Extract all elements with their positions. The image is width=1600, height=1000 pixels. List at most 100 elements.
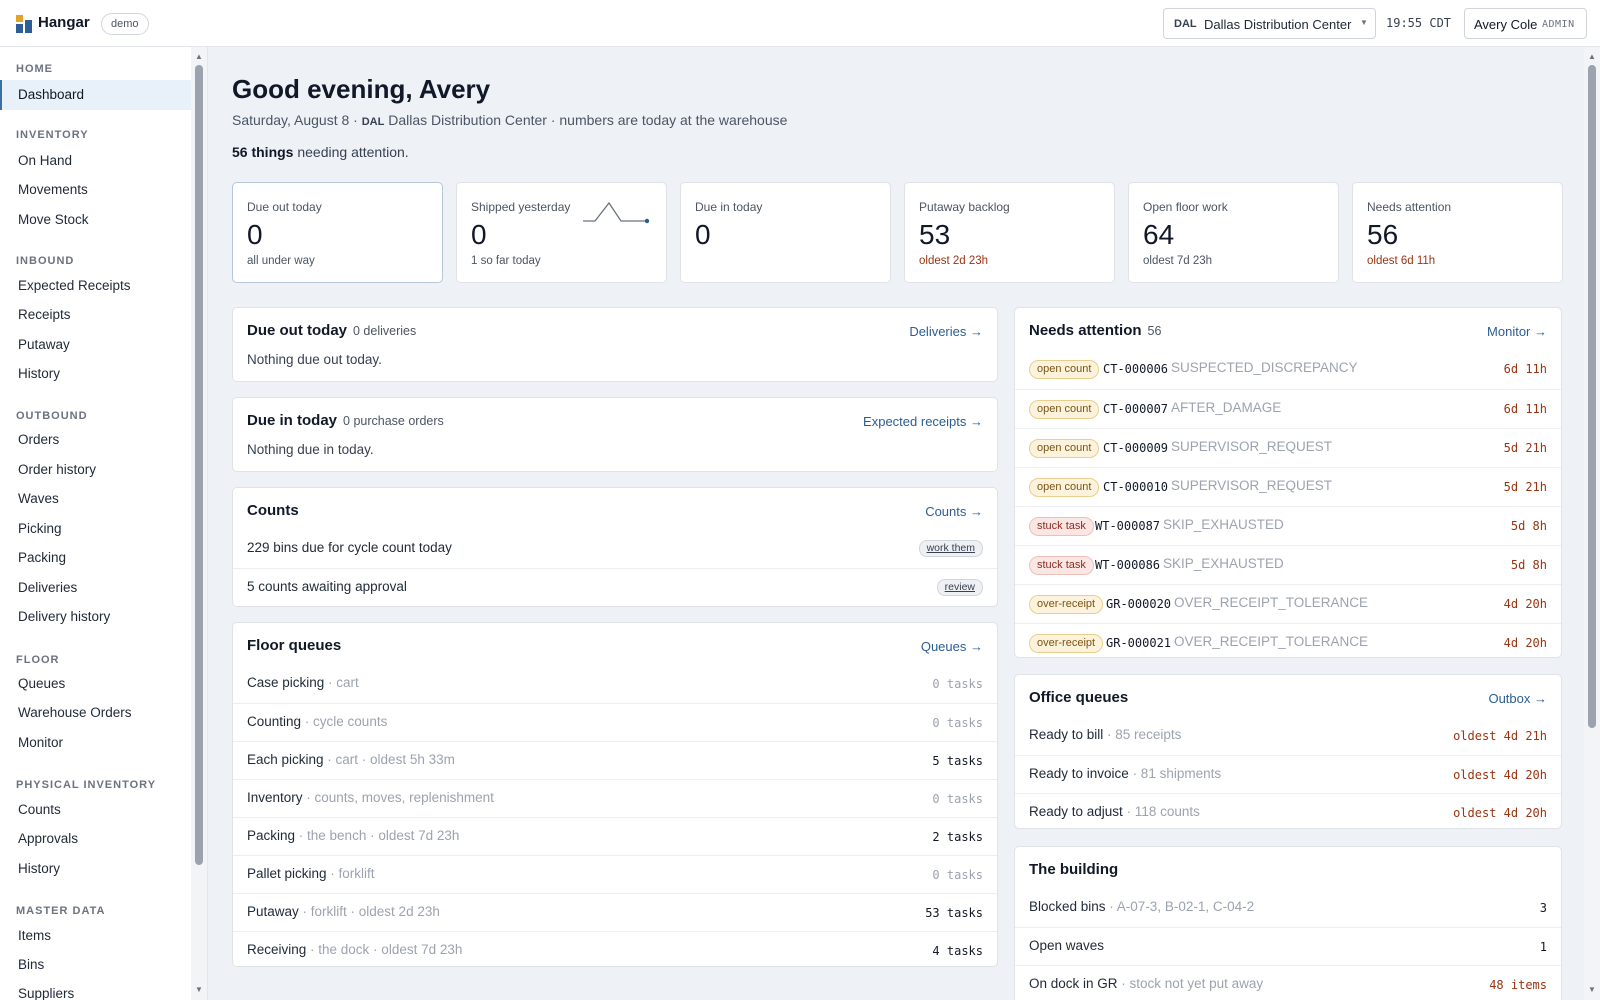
sidebar-item-move-stock[interactable]: Move Stock <box>0 205 191 235</box>
reference-id[interactable]: GR-000020 <box>1106 597 1171 611</box>
kpi-open-floor-work[interactable]: Open floor work 64 oldest 7d 23h <box>1128 182 1339 283</box>
review-button[interactable]: review <box>936 579 983 596</box>
sidebar-scroll-thumb[interactable] <box>195 65 203 865</box>
office-queues-card: Office queues Outbox → Ready to bill · 8… <box>1014 674 1562 829</box>
queue-row[interactable]: Case picking · cart 0 tasks <box>233 665 997 703</box>
queues-link[interactable]: Queues → <box>921 639 983 654</box>
queue-row[interactable]: Each picking · cart · oldest 5h 33m 5 tas… <box>233 741 997 779</box>
queue-row[interactable]: Packing · the bench · oldest 7d 23h 2 tas… <box>233 817 997 855</box>
queue-detail: · 118 counts <box>1122 804 1200 819</box>
reference-id[interactable]: WT-000087 <box>1095 519 1160 533</box>
attention-row[interactable]: over-receipt GR-000020 OVER_RECEIPT_TOLERA… <box>1015 584 1561 622</box>
reference-id[interactable]: CT-000007 <box>1103 402 1168 416</box>
main-scrollbar[interactable]: ▲ ▼ <box>1584 47 1600 1000</box>
reference-id[interactable]: CT-000006 <box>1103 362 1168 376</box>
office-queue-row[interactable]: Ready to bill · 85 receipts oldest 4d 21h <box>1015 717 1561 755</box>
reason-code: OVER_RECEIPT_TOLERANCE <box>1174 595 1369 610</box>
building-item-name: On dock in GR · stock not yet put away <box>1029 976 1263 991</box>
sidebar-item-packing[interactable]: Packing <box>0 543 191 573</box>
site-selector[interactable]: DAL Dallas Distribution Center ▼ <box>1163 8 1376 39</box>
attention-row[interactable]: open count CT-000010 SUPERVISOR_REQUEST 5d … <box>1015 467 1561 505</box>
date-text: Saturday, August 8 · <box>232 112 362 128</box>
expected-receipts-link[interactable]: Expected receipts → <box>863 414 983 429</box>
attention-row[interactable]: stuck task WT-000087 SKIP_EXHAUSTED 5d 8h <box>1015 506 1561 544</box>
sidebar-item-order-history[interactable]: Order history <box>0 455 191 485</box>
sidebar-item-inbound-history[interactable]: History <box>0 359 191 389</box>
kpi-needs-attention[interactable]: Needs attention 56 oldest 6d 11h <box>1352 182 1563 283</box>
building-item-text: Open waves <box>1029 938 1105 953</box>
sidebar-item-picking[interactable]: Picking <box>0 514 191 544</box>
kpi-value: 53 <box>919 219 951 250</box>
building-row[interactable]: On dock in GR · stock not yet put away 48… <box>1015 965 1561 1000</box>
kpi-putaway-backlog[interactable]: Putaway backlog 53 oldest 2d 23h <box>904 182 1115 283</box>
sidebar-item-putaway[interactable]: Putaway <box>0 330 191 360</box>
sidebar-item-waves[interactable]: Waves <box>0 484 191 514</box>
sidebar-item-warehouse-orders[interactable]: Warehouse Orders <box>0 698 191 728</box>
scroll-up-icon[interactable]: ▲ <box>195 52 203 61</box>
sidebar-item-delivery-history[interactable]: Delivery history <box>0 602 191 632</box>
scroll-up-icon[interactable]: ▲ <box>1588 52 1596 61</box>
sidebar-item-physical-history[interactable]: History <box>0 854 191 884</box>
work-them-button[interactable]: work them <box>918 540 983 557</box>
queue-row[interactable]: Counting · cycle counts 0 tasks <box>233 703 997 741</box>
sidebar-item-suppliers[interactable]: Suppliers <box>0 979 191 1000</box>
attention-row[interactable]: open count CT-000007 AFTER_DAMAGE 6d 11h <box>1015 389 1561 427</box>
reference-id[interactable]: CT-000009 <box>1103 441 1168 455</box>
reference-id[interactable]: CT-000010 <box>1103 480 1168 494</box>
attention-row[interactable]: open count CT-000009 SUPERVISOR_REQUEST 5d … <box>1015 428 1561 466</box>
building-row[interactable]: Open waves 1 <box>1015 927 1561 965</box>
queue-row[interactable]: Pallet picking · forklift 0 tasks <box>233 855 997 893</box>
status-badge: over-receipt <box>1029 595 1104 614</box>
sidebar-item-expected-receipts[interactable]: Expected Receipts <box>0 271 191 301</box>
attention-row[interactable]: stuck task WT-000086 SKIP_EXHAUSTED 5d 8h <box>1015 545 1561 583</box>
sidebar-item-monitor[interactable]: Monitor <box>0 728 191 758</box>
building-row[interactable]: Blocked bins · A-07-3, B-02-1, C-04-2 3 <box>1015 889 1561 927</box>
kpi-due-in-today[interactable]: Due in today 0 <box>680 182 891 283</box>
attention-row[interactable]: open count CT-000006 SUSPECTED_DISCREPANCY… <box>1015 350 1561 388</box>
sidebar-item-dashboard[interactable]: Dashboard <box>0 80 191 110</box>
deliveries-link[interactable]: Deliveries → <box>909 324 983 339</box>
queue-name-text: Each picking <box>247 752 324 767</box>
office-queue-row[interactable]: Ready to adjust · 118 counts oldest 4d 20… <box>1015 793 1561 828</box>
office-queue-row[interactable]: Ready to invoice · 81 shipments oldest 4d… <box>1015 755 1561 793</box>
list-item: 229 bins due for cycle count today work … <box>233 530 997 568</box>
sidebar-item-orders[interactable]: Orders <box>0 425 191 455</box>
needs-attention-card: Needs attention 56 Monitor → open count CT… <box>1014 307 1562 658</box>
card-title: Counts <box>247 502 299 519</box>
sidebar-scrollbar[interactable]: ▲ ▼ <box>191 47 207 1000</box>
user-menu-button[interactable]: Avery Cole ADMIN <box>1464 8 1587 39</box>
kpi-value: 0 <box>471 219 487 250</box>
sidebar-item-on-hand[interactable]: On Hand <box>0 146 191 176</box>
attention-row[interactable]: over-receipt GR-000021 OVER_RECEIPT_TOLERA… <box>1015 623 1561 657</box>
counts-link[interactable]: Counts → <box>925 504 983 519</box>
sidebar-item-deliveries[interactable]: Deliveries <box>0 573 191 603</box>
reason-code: SKIP_EXHAUSTED <box>1163 517 1284 532</box>
queue-row[interactable]: Inventory · counts, moves, replenishment… <box>233 779 997 817</box>
app-name[interactable]: Hangar <box>38 14 90 31</box>
sidebar-item-items[interactable]: Items <box>0 921 191 951</box>
reference-id[interactable]: WT-000086 <box>1095 558 1160 572</box>
kpi-sub: oldest 7d 23h <box>1143 255 1213 267</box>
scroll-down-icon[interactable]: ▼ <box>195 985 203 994</box>
counts-approval-label: 5 counts awaiting approval <box>247 579 407 594</box>
age: 5d 21h <box>1503 480 1547 494</box>
sidebar-item-approvals[interactable]: Approvals <box>0 824 191 854</box>
sidebar-item-queues[interactable]: Queues <box>0 669 191 699</box>
outbox-link[interactable]: Outbox → <box>1488 691 1547 706</box>
status-badge: open count <box>1029 478 1100 497</box>
user-role: ADMIN <box>1542 19 1575 30</box>
main-scroll-thumb[interactable] <box>1588 65 1596 728</box>
scroll-down-icon[interactable]: ▼ <box>1588 985 1596 994</box>
queue-row[interactable]: Receiving · the dock · oldest 7d 23h 4 ta… <box>233 931 997 966</box>
sidebar-item-counts[interactable]: Counts <box>0 795 191 825</box>
card-title: Due in today 0 purchase orders <box>247 412 444 429</box>
kpi-due-out-today[interactable]: Due out today 0 all under way <box>232 182 443 283</box>
reference-id[interactable]: GR-000021 <box>1106 636 1171 650</box>
monitor-link[interactable]: Monitor → <box>1487 324 1547 339</box>
queue-row[interactable]: Putaway · forklift · oldest 2d 23h 53 tas… <box>233 893 997 931</box>
sidebar-item-bins[interactable]: Bins <box>0 950 191 980</box>
site-note: Dallas Distribution Center · numbers are… <box>384 112 788 128</box>
sidebar-item-receipts[interactable]: Receipts <box>0 300 191 330</box>
kpi-shipped-yesterday[interactable]: Shipped yesterday 0 1 so far today <box>456 182 667 283</box>
sidebar-item-movements[interactable]: Movements <box>0 175 191 205</box>
